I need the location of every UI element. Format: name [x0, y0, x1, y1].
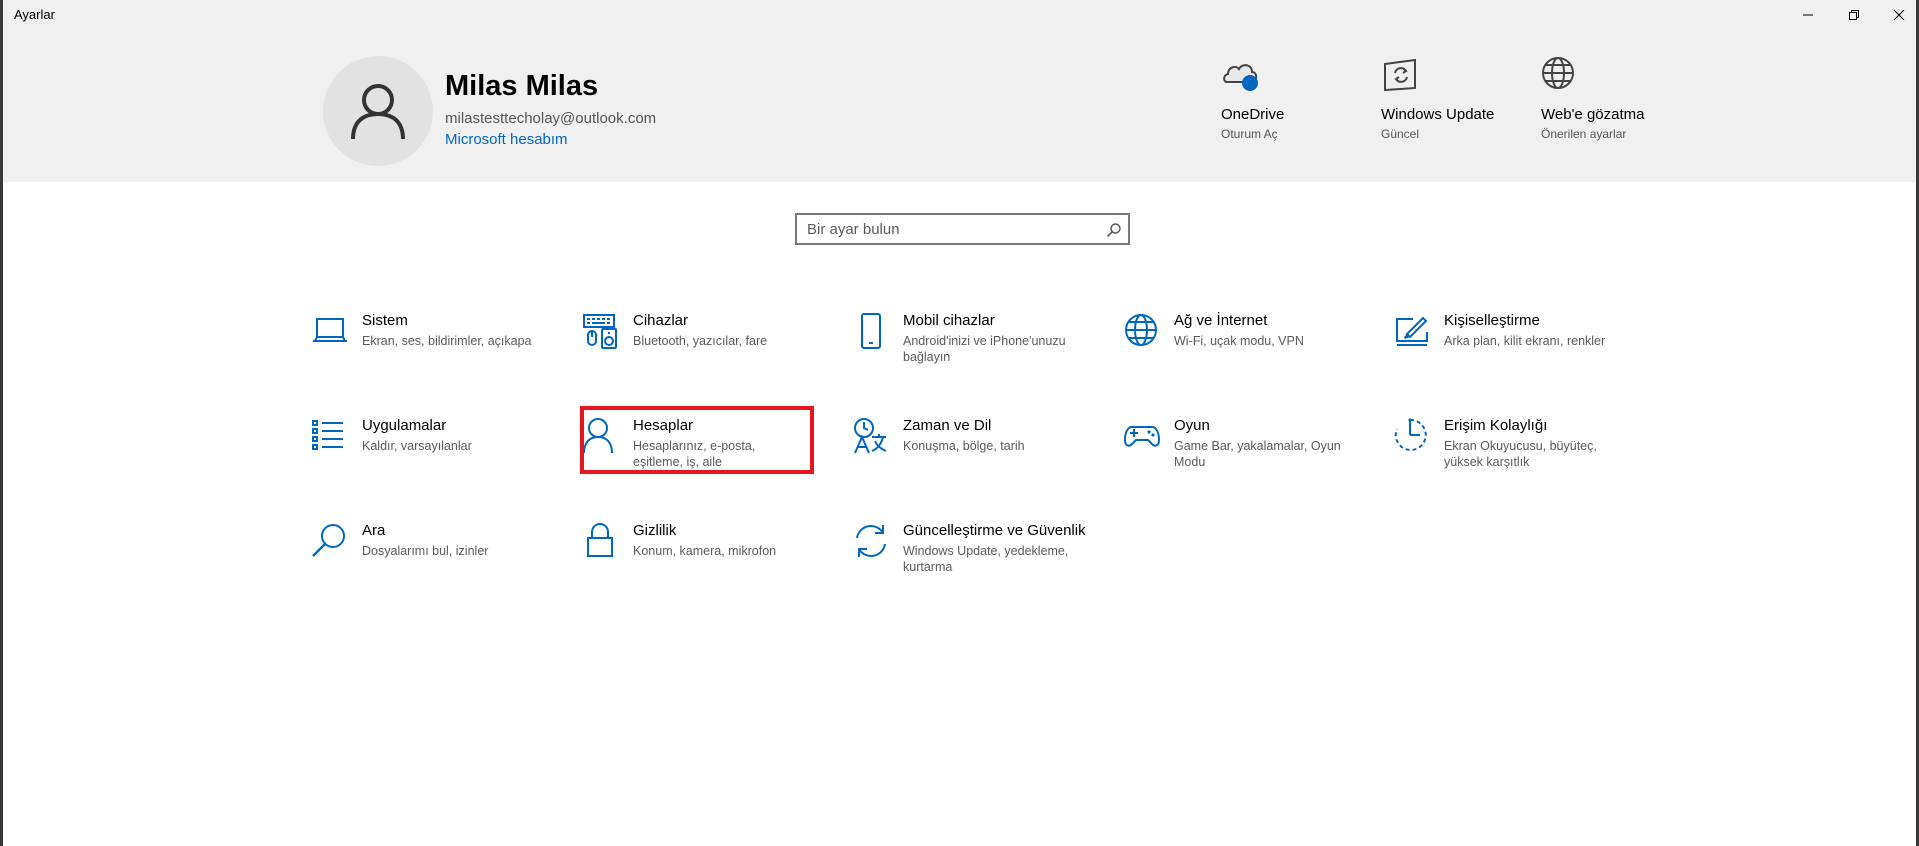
- web-browsing-shortcut[interactable]: Web'e gözatma Önerilen ayarlar: [1541, 56, 1701, 141]
- lock-icon: [587, 523, 613, 557]
- settings-window: Ayarlar Milas Milas milastesttecholay@ou…: [0, 0, 1919, 846]
- onedrive-shortcut[interactable]: OneDrive Oturum Aç: [1221, 56, 1381, 141]
- web-browsing-status: Önerilen ayarlar: [1541, 127, 1627, 141]
- search-icon[interactable]: [1106, 222, 1122, 238]
- tile-personalization[interactable]: Kişiselleştirme Arka plan, kilit ekranı,…: [1393, 312, 1643, 407]
- update-sync-icon: [856, 524, 886, 558]
- onedrive-icon: [1223, 64, 1258, 91]
- microsoft-account-link[interactable]: Microsoft hesabım: [445, 131, 568, 148]
- tile-update-security[interactable]: Güncelleştirme ve Güvenlik Windows Updat…: [852, 522, 1102, 617]
- tile-devices[interactable]: Cihazlar Bluetooth, yazıcılar, fare: [582, 312, 832, 407]
- tile-gaming[interactable]: Oyun Game Bar, yakalamalar, Oyun Modu: [1123, 417, 1373, 512]
- account-header: Milas Milas milastesttecholay@outlook.co…: [3, 30, 1916, 182]
- tile-title: Uygulamalar: [362, 417, 447, 434]
- search-placeholder: Bir ayar bulun: [807, 221, 900, 238]
- close-button[interactable]: [1876, 0, 1919, 30]
- devices-icon: [583, 314, 617, 349]
- title-bar: Ayarlar: [3, 0, 1916, 30]
- user-email: milastesttecholay@outlook.com: [445, 110, 657, 127]
- tile-ease-of-access[interactable]: Erişim Kolaylığı Ekran Okuyucusu, büyüte…: [1393, 417, 1643, 512]
- tile-description: Ekran Okuyucusu, büyüteç, yüksek karşıtl…: [1444, 439, 1597, 469]
- tile-description: Android'inizi ve iPhone'unuzu bağlayın: [903, 334, 1066, 364]
- search-icon: [312, 524, 345, 557]
- settings-search-box[interactable]: Bir ayar bulun: [795, 213, 1130, 245]
- tile-title: Mobil cihazlar: [903, 312, 995, 329]
- restore-icon: [1849, 10, 1859, 20]
- tile-description: Kaldır, varsayılanlar: [362, 439, 472, 453]
- tile-description: Konuşma, bölge, tarih: [903, 439, 1025, 453]
- time-language-icon: [854, 418, 887, 454]
- tile-description: Wi-Fi, uçak modu, VPN: [1174, 334, 1304, 348]
- tile-apps[interactable]: Uygulamalar Kaldır, varsayılanlar: [311, 417, 561, 512]
- window-title: Ayarlar: [14, 7, 55, 22]
- onedrive-status: Oturum Aç: [1221, 127, 1278, 141]
- tile-description: Game Bar, yakalamalar, Oyun Modu: [1174, 439, 1341, 469]
- user-icon: [351, 84, 405, 140]
- tile-title: Erişim Kolaylığı: [1444, 417, 1548, 434]
- minimize-icon: [1803, 14, 1813, 16]
- user-name: Milas Milas: [445, 70, 599, 102]
- tile-description: Ekran, ses, bildirimler, açıkapa: [362, 334, 532, 348]
- tile-system[interactable]: Sistem Ekran, ses, bildirimler, açıkapa: [311, 312, 561, 407]
- tile-title: Kişiselleştirme: [1444, 312, 1540, 329]
- phone-icon: [861, 313, 881, 349]
- tile-title: Zaman ve Dil: [903, 417, 992, 434]
- gamepad-icon: [1123, 426, 1161, 447]
- web-browsing-title: Web'e gözatma: [1541, 106, 1645, 123]
- globe-icon: [1125, 314, 1157, 346]
- ease-of-access-icon: [1394, 418, 1427, 451]
- accounts-highlight-box: [580, 406, 814, 474]
- tile-privacy[interactable]: Gizlilik Konum, kamera, mikrofon: [582, 522, 832, 617]
- tile-title: Oyun: [1174, 417, 1210, 434]
- tile-description: Arka plan, kilit ekranı, renkler: [1444, 334, 1606, 348]
- tile-title: Ağ ve İnternet: [1174, 312, 1268, 329]
- tile-title: Ara: [362, 522, 386, 539]
- tile-title: Güncelleştirme ve Güvenlik: [903, 522, 1086, 539]
- apps-list-icon: [312, 420, 343, 450]
- tile-mobile-devices[interactable]: Mobil cihazlar Android'inizi ve iPhone'u…: [852, 312, 1102, 407]
- tile-description: Konum, kamera, mikrofon: [633, 544, 777, 558]
- tile-search[interactable]: Ara Dosyalarımı bul, izinler: [311, 522, 561, 617]
- minimize-button[interactable]: [1785, 0, 1831, 30]
- close-icon: [1893, 9, 1905, 21]
- avatar[interactable]: [323, 56, 433, 166]
- windows-update-shortcut[interactable]: Windows Update Güncel: [1381, 56, 1541, 141]
- globe-icon: [1542, 57, 1574, 89]
- tile-title: Gizlilik: [633, 522, 677, 539]
- onedrive-title: OneDrive: [1221, 106, 1285, 123]
- tile-network[interactable]: Ağ ve İnternet Wi-Fi, uçak modu, VPN: [1123, 312, 1373, 407]
- tile-title: Sistem: [362, 312, 408, 329]
- tile-time-language[interactable]: Zaman ve Dil Konuşma, bölge, tarih: [852, 417, 1102, 512]
- windows-update-icon: [1384, 58, 1416, 92]
- windows-update-status: Güncel: [1381, 127, 1420, 141]
- windows-update-title: Windows Update: [1381, 106, 1495, 123]
- laptop-icon: [313, 318, 347, 342]
- restore-button[interactable]: [1831, 0, 1877, 30]
- tile-description: Windows Update, yedekleme, kurtarma: [903, 544, 1069, 574]
- tile-description: Dosyalarımı bul, izinler: [362, 544, 489, 558]
- tile-description: Bluetooth, yazıcılar, fare: [633, 334, 768, 348]
- personalization-icon: [1396, 316, 1428, 346]
- tile-title: Cihazlar: [633, 312, 689, 329]
